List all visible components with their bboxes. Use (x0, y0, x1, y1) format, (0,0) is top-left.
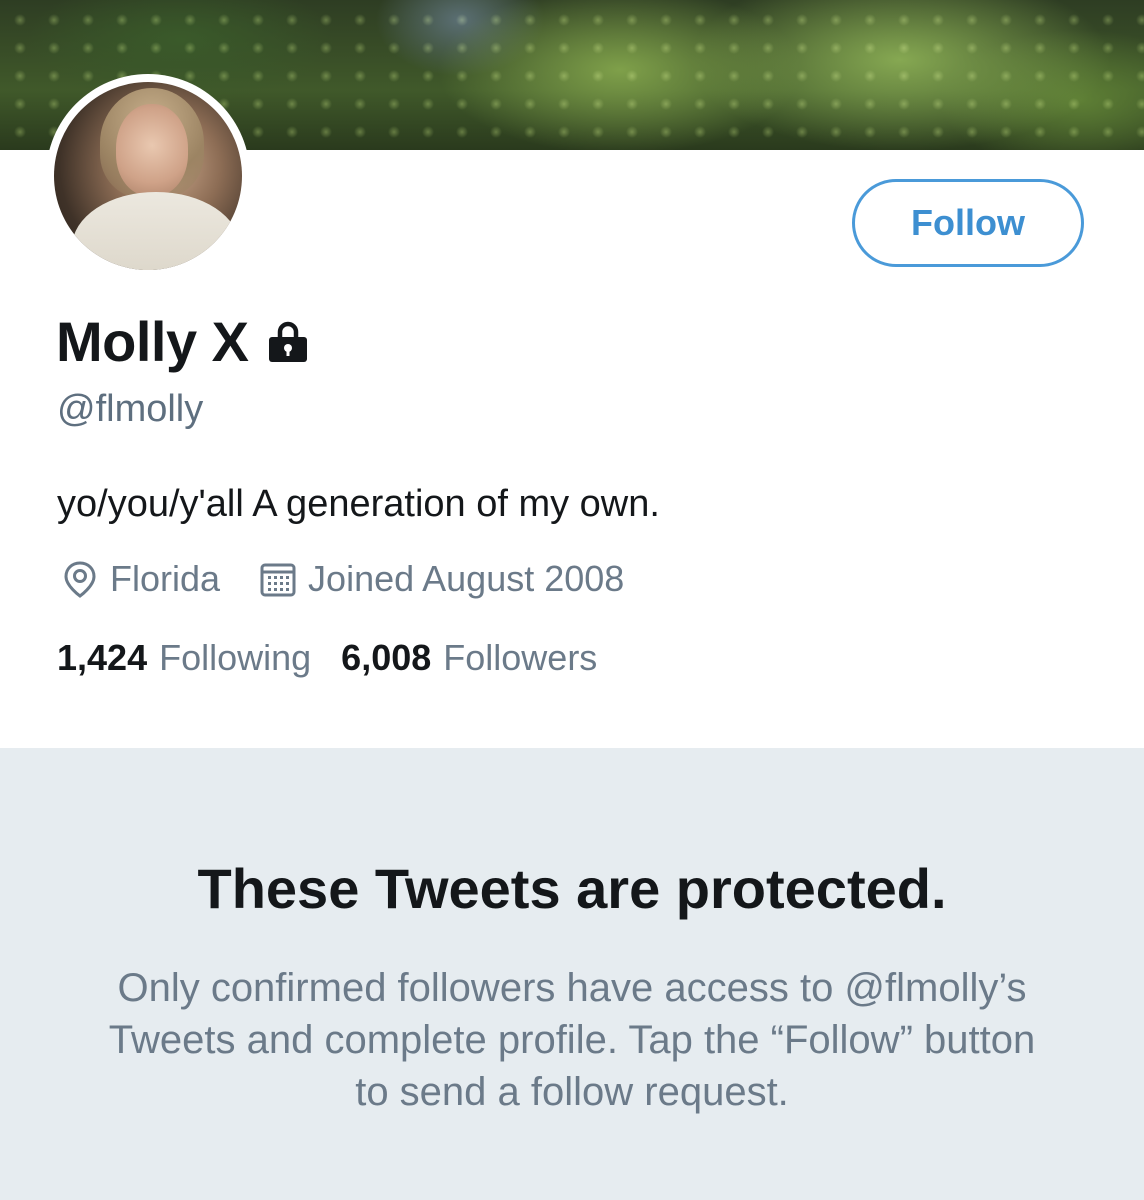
profile-counts: 1,424 Following 6,008 Followers (57, 637, 597, 679)
avatar[interactable] (46, 74, 250, 278)
location-item: Florida (60, 558, 220, 600)
location-pin-icon (64, 561, 96, 598)
profile-name: Molly X (56, 309, 249, 373)
joined-text: Joined August 2008 (308, 558, 625, 599)
avatar-photo (54, 82, 242, 270)
followers-link[interactable]: 6,008 Followers (341, 637, 597, 679)
protected-message: Only confirmed followers have access to … (108, 966, 1036, 1114)
calendar-icon (260, 563, 296, 597)
following-link[interactable]: 1,424 Following (57, 637, 311, 679)
profile-name-row: Molly X (56, 308, 311, 374)
followers-count: 6,008 (341, 637, 432, 678)
follow-button[interactable]: Follow (852, 179, 1084, 267)
location-text: Florida (110, 558, 221, 599)
protected-title: These Tweets are protected. (197, 857, 947, 920)
profile-meta: Florida Joined August 2008 (60, 556, 624, 602)
joined-item: Joined August 2008 (258, 558, 624, 600)
profile-handle: @flmolly (57, 388, 204, 430)
followers-label: Followers (443, 637, 598, 678)
following-label: Following (159, 637, 312, 678)
protected-tweets-panel: These Tweets are protected. Only confirm… (0, 748, 1144, 1200)
profile-bio: yo/you/y'all A generation of my own. (57, 483, 660, 525)
following-count: 1,424 (57, 637, 148, 678)
lock-icon (268, 321, 307, 362)
